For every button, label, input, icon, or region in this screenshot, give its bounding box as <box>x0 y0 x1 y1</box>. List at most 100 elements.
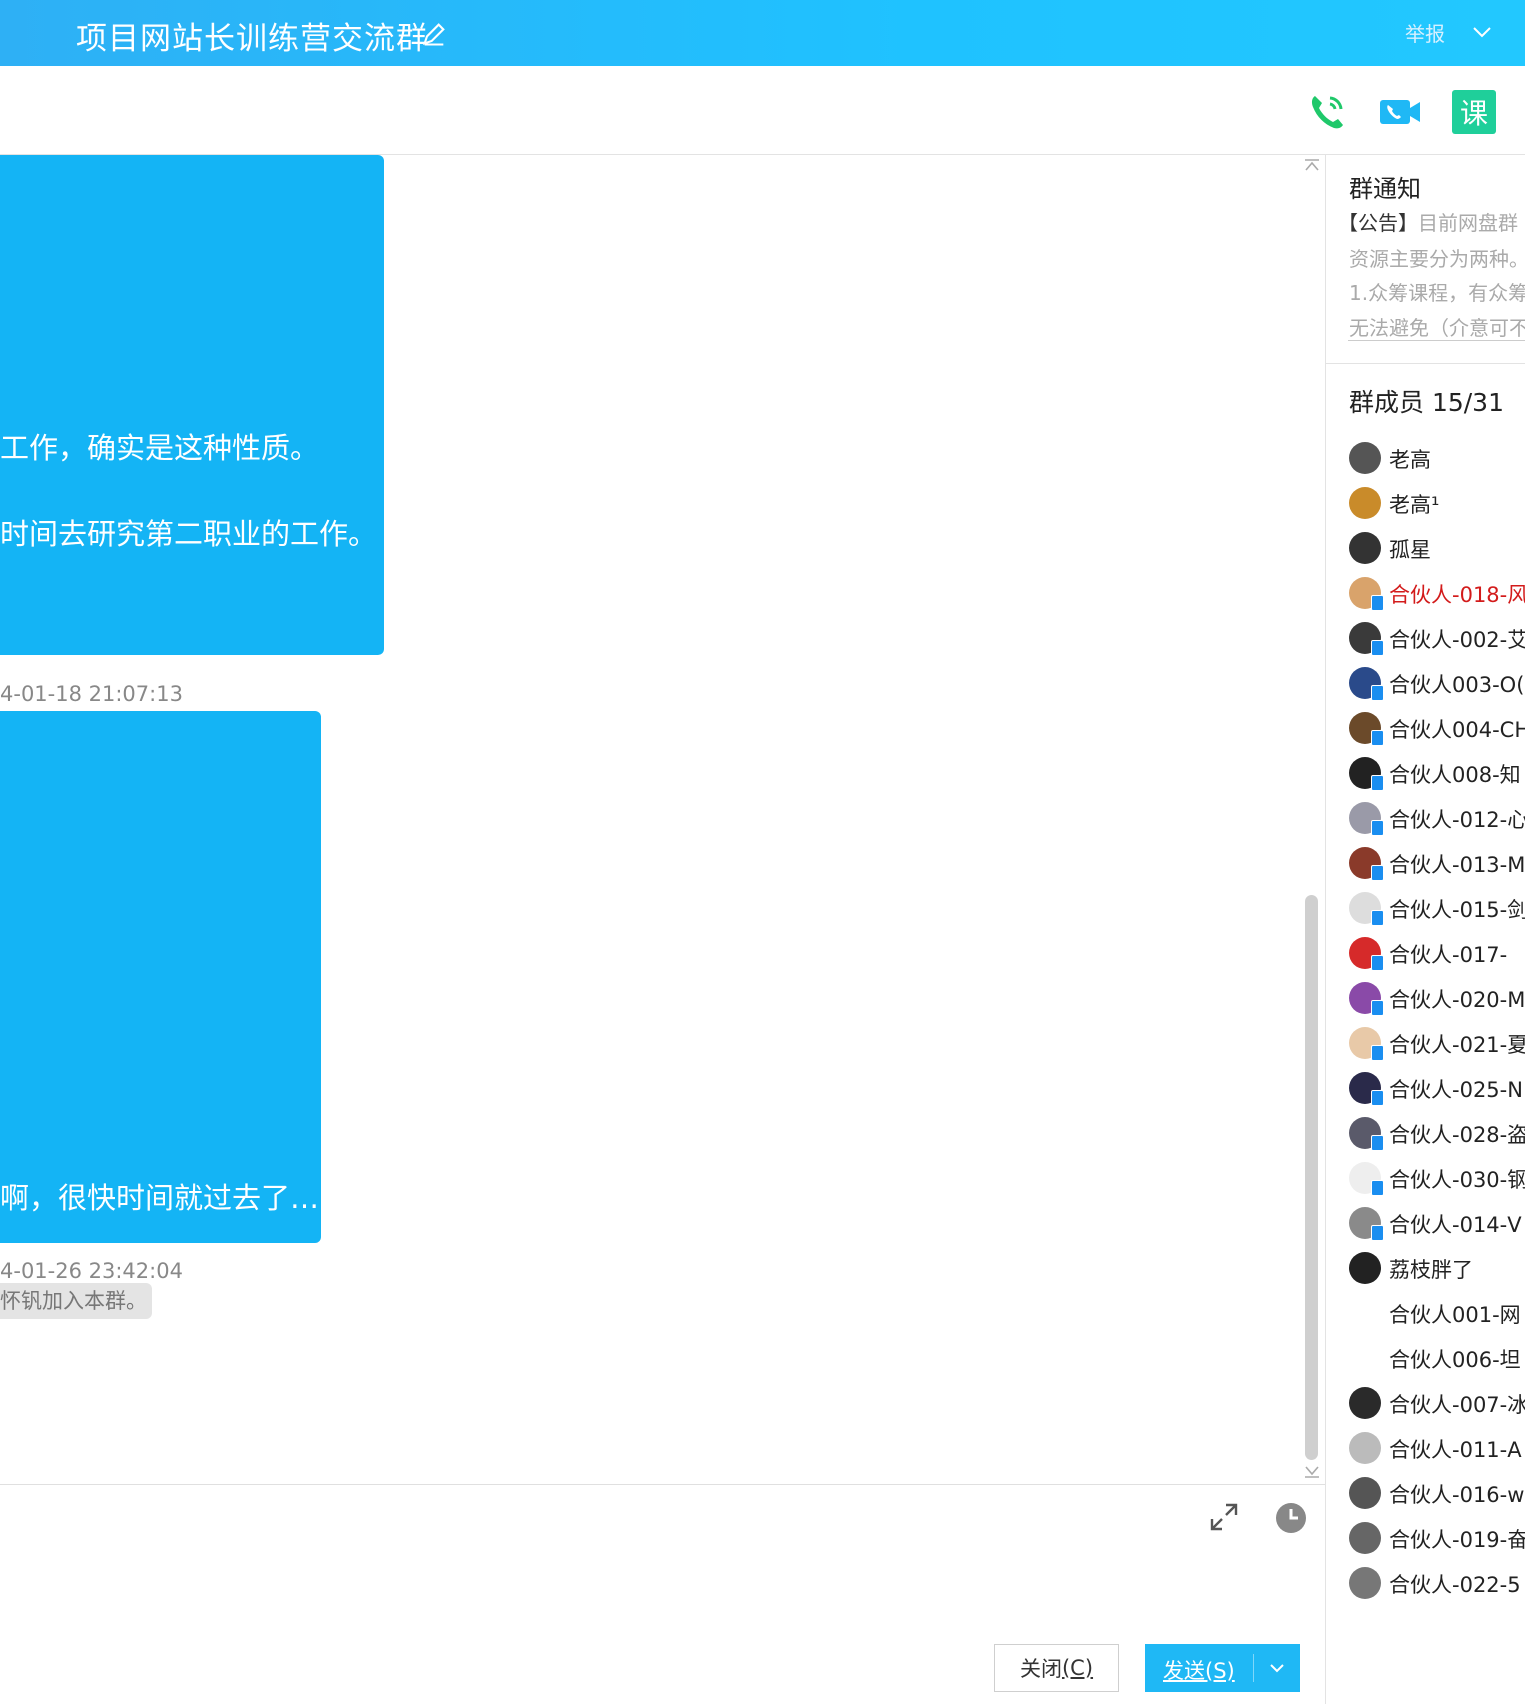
member-name: 合伙人008-知 <box>1389 763 1521 787</box>
member-item[interactable]: 合伙人-007-冰 <box>1349 1383 1525 1423</box>
member-name: 合伙人-012-心 <box>1389 808 1525 832</box>
title-bar: 项目网站长训练营交流群 举报 <box>0 0 1525 66</box>
member-item[interactable]: 合伙人-016-w <box>1349 1473 1525 1513</box>
member-item[interactable]: 合伙人-025-N <box>1349 1068 1525 1108</box>
notice-line: 无法避免（介意可不 <box>1349 316 1525 340</box>
member-name: 合伙人001-网 <box>1389 1303 1521 1327</box>
message-bubble[interactable]: 啊，很快时间就过去了… <box>0 711 321 1243</box>
course-icon[interactable]: 课 <box>1452 90 1496 134</box>
member-item[interactable]: 合伙人001-网 <box>1349 1293 1525 1333</box>
member-avatar <box>1349 487 1381 519</box>
mobile-online-icon <box>1371 1045 1384 1061</box>
member-name: 合伙人-017- <box>1389 943 1508 967</box>
member-name: 合伙人-028-盗 <box>1389 1123 1525 1147</box>
member-name: 合伙人-019-奋 <box>1389 1528 1525 1552</box>
message-text: 啊，很快时间就过去了… <box>0 1181 320 1215</box>
member-name: 合伙人-020-M <box>1389 988 1525 1012</box>
send-label: 发送(S) <box>1163 1659 1235 1683</box>
notice-line: 1.众筹课程，有众筹 <box>1349 281 1525 305</box>
mobile-online-icon <box>1371 640 1384 656</box>
notice-underline <box>1348 340 1525 341</box>
member-name: 荔枝胖了 <box>1389 1258 1473 1282</box>
notice-heading: 群通知 <box>1349 175 1421 203</box>
send-button[interactable]: 发送(S) <box>1145 1644 1300 1692</box>
message-bubble[interactable]: 工作，确实是这种性质。 时间去研究第二职业的工作。 <box>0 155 384 655</box>
member-avatar <box>1349 1432 1381 1464</box>
phone-call-icon[interactable] <box>1305 90 1349 134</box>
member-item[interactable]: 合伙人-015-剑 <box>1349 888 1525 928</box>
member-item[interactable]: 孤星 <box>1349 528 1525 568</box>
member-avatar <box>1349 442 1381 474</box>
member-item[interactable]: 合伙人-030-钢 <box>1349 1158 1525 1198</box>
mobile-online-icon <box>1371 910 1384 926</box>
message-timestamp: 4-01-18 21:07:13 <box>0 682 183 706</box>
member-name: 合伙人-025-N <box>1389 1078 1523 1102</box>
group-info-panel: 群通知 【公告】目前网盘群 资源主要分为两种。 1.众筹课程，有众筹 无法避免（… <box>1325 155 1525 1704</box>
member-name: 合伙人-002-艾 <box>1389 628 1525 652</box>
member-name: 孤星 <box>1389 538 1431 562</box>
member-item[interactable]: 老高¹ <box>1349 483 1525 523</box>
member-item[interactable]: 合伙人-017- <box>1349 933 1525 973</box>
send-separator <box>1253 1654 1254 1682</box>
member-item[interactable]: 合伙人004-CH <box>1349 708 1525 748</box>
mobile-online-icon <box>1371 820 1384 836</box>
member-item[interactable]: 合伙人003-O( <box>1349 663 1525 703</box>
group-title: 项目网站长训练营交流群 <box>76 21 428 57</box>
chevron-down-icon[interactable] <box>1470 20 1494 44</box>
mobile-online-icon <box>1371 955 1384 971</box>
member-name: 合伙人-022-5 <box>1389 1573 1521 1597</box>
member-item[interactable]: 荔枝胖了 <box>1349 1248 1525 1288</box>
member-item[interactable]: 合伙人-014-V <box>1349 1203 1525 1243</box>
panel-divider <box>1326 363 1525 364</box>
member-name: 合伙人-007-冰 <box>1389 1393 1525 1417</box>
member-item[interactable]: 合伙人008-知 <box>1349 753 1525 793</box>
member-name: 合伙人-016-w <box>1389 1483 1525 1507</box>
mobile-online-icon <box>1371 1090 1384 1106</box>
scrollbar-thumb[interactable] <box>1305 895 1318 1460</box>
scroll-to-top-icon[interactable] <box>1303 158 1321 172</box>
member-item[interactable]: 合伙人-018-风 <box>1349 573 1525 613</box>
member-name: 合伙人-015-剑 <box>1389 898 1525 922</box>
video-call-icon[interactable] <box>1378 90 1422 134</box>
edit-icon[interactable] <box>420 20 448 48</box>
history-clock-icon[interactable] <box>1275 1502 1307 1534</box>
member-name: 合伙人-030-钢 <box>1389 1168 1525 1192</box>
message-timestamp: 4-01-26 23:42:04 <box>0 1259 183 1283</box>
report-link[interactable]: 举报 <box>1405 18 1445 47</box>
send-options-chevron-icon[interactable] <box>1267 1658 1287 1678</box>
member-item[interactable]: 合伙人-021-夏 <box>1349 1023 1525 1063</box>
mobile-online-icon <box>1371 1135 1384 1151</box>
message-text: 工作，确实是这种性质。 <box>0 431 320 465</box>
member-item[interactable]: 合伙人-019-奋 <box>1349 1518 1525 1558</box>
member-item[interactable]: 合伙人-022-5 <box>1349 1563 1525 1603</box>
member-avatar <box>1349 1252 1381 1284</box>
scroll-to-bottom-icon[interactable] <box>1303 1465 1321 1479</box>
member-name: 合伙人-014-V <box>1389 1213 1522 1237</box>
member-item[interactable]: 合伙人-013-M <box>1349 843 1525 883</box>
member-avatar <box>1349 1477 1381 1509</box>
notice-line[interactable]: 【公告】目前网盘群 <box>1338 207 1518 236</box>
member-item[interactable]: 合伙人-002-艾 <box>1349 618 1525 658</box>
mobile-online-icon <box>1371 1225 1384 1241</box>
mobile-online-icon <box>1371 865 1384 881</box>
member-item[interactable]: 合伙人006-坦 <box>1349 1338 1525 1378</box>
message-list[interactable]: 工作，确实是这种性质。 时间去研究第二职业的工作。 4-01-18 21:07:… <box>0 155 1325 1483</box>
member-name: 合伙人-021-夏 <box>1389 1033 1525 1057</box>
mobile-online-icon <box>1371 730 1384 746</box>
message-text: 时间去研究第二职业的工作。 <box>0 517 378 551</box>
member-item[interactable]: 合伙人-012-心 <box>1349 798 1525 838</box>
members-heading: 群成员 15/31 <box>1349 388 1504 417</box>
member-item[interactable]: 合伙人-011-A <box>1349 1428 1525 1468</box>
member-avatar <box>1349 1567 1381 1599</box>
mobile-online-icon <box>1371 775 1384 791</box>
member-name: 合伙人-013-M <box>1389 853 1525 877</box>
member-item[interactable]: 合伙人-020-M <box>1349 978 1525 1018</box>
member-item[interactable]: 合伙人-028-盗 <box>1349 1113 1525 1153</box>
member-item[interactable]: 老高 <box>1349 438 1525 478</box>
expand-icon[interactable] <box>1208 1501 1240 1533</box>
mobile-online-icon <box>1371 685 1384 701</box>
close-button[interactable]: 关闭 (C) <box>994 1644 1119 1692</box>
mobile-online-icon <box>1371 1180 1384 1196</box>
message-input-area[interactable]: 关闭 (C) 发送(S) <box>0 1484 1325 1705</box>
member-name: 合伙人006-坦 <box>1389 1348 1521 1372</box>
